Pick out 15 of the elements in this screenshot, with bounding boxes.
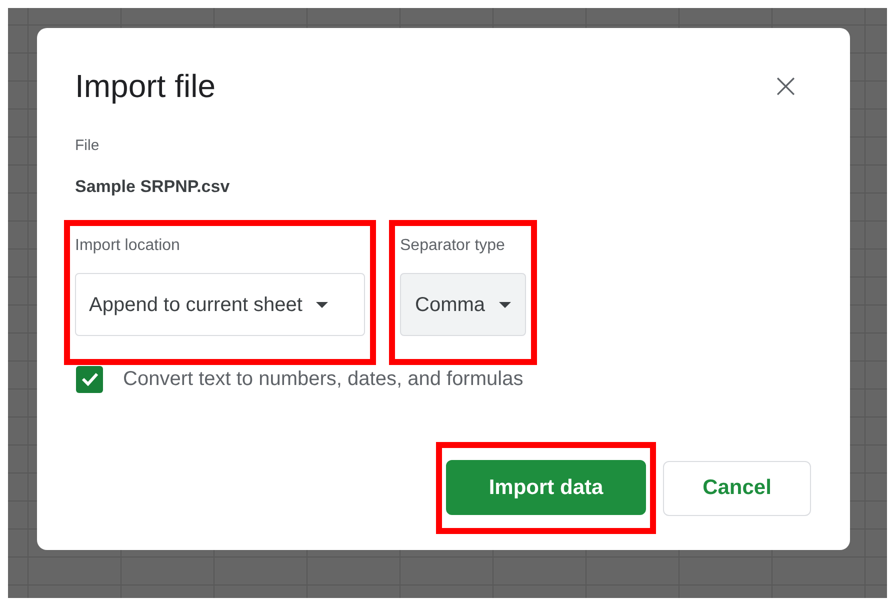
close-button[interactable]: × [772,72,800,100]
field-label: Import location [75,236,181,256]
caret-icon [499,302,512,308]
check-icon [80,372,98,386]
checkbox-label: Convert text to numbers, dates, and formulas [123,367,524,392]
file-name: Sample SRPNP.csv [75,176,231,198]
file-label: File [75,136,100,156]
import-button[interactable]: Import data [446,460,646,515]
dropdown[interactable]: Append to current sheet [75,273,365,336]
caret-icon [316,302,328,308]
dropdown[interactable]: Comma [400,273,526,336]
cancel-button[interactable]: Cancel [663,460,811,516]
checkbox[interactable] [76,366,103,392]
dialog-title: Import file [75,67,216,106]
field-label: Separator type [400,236,506,256]
